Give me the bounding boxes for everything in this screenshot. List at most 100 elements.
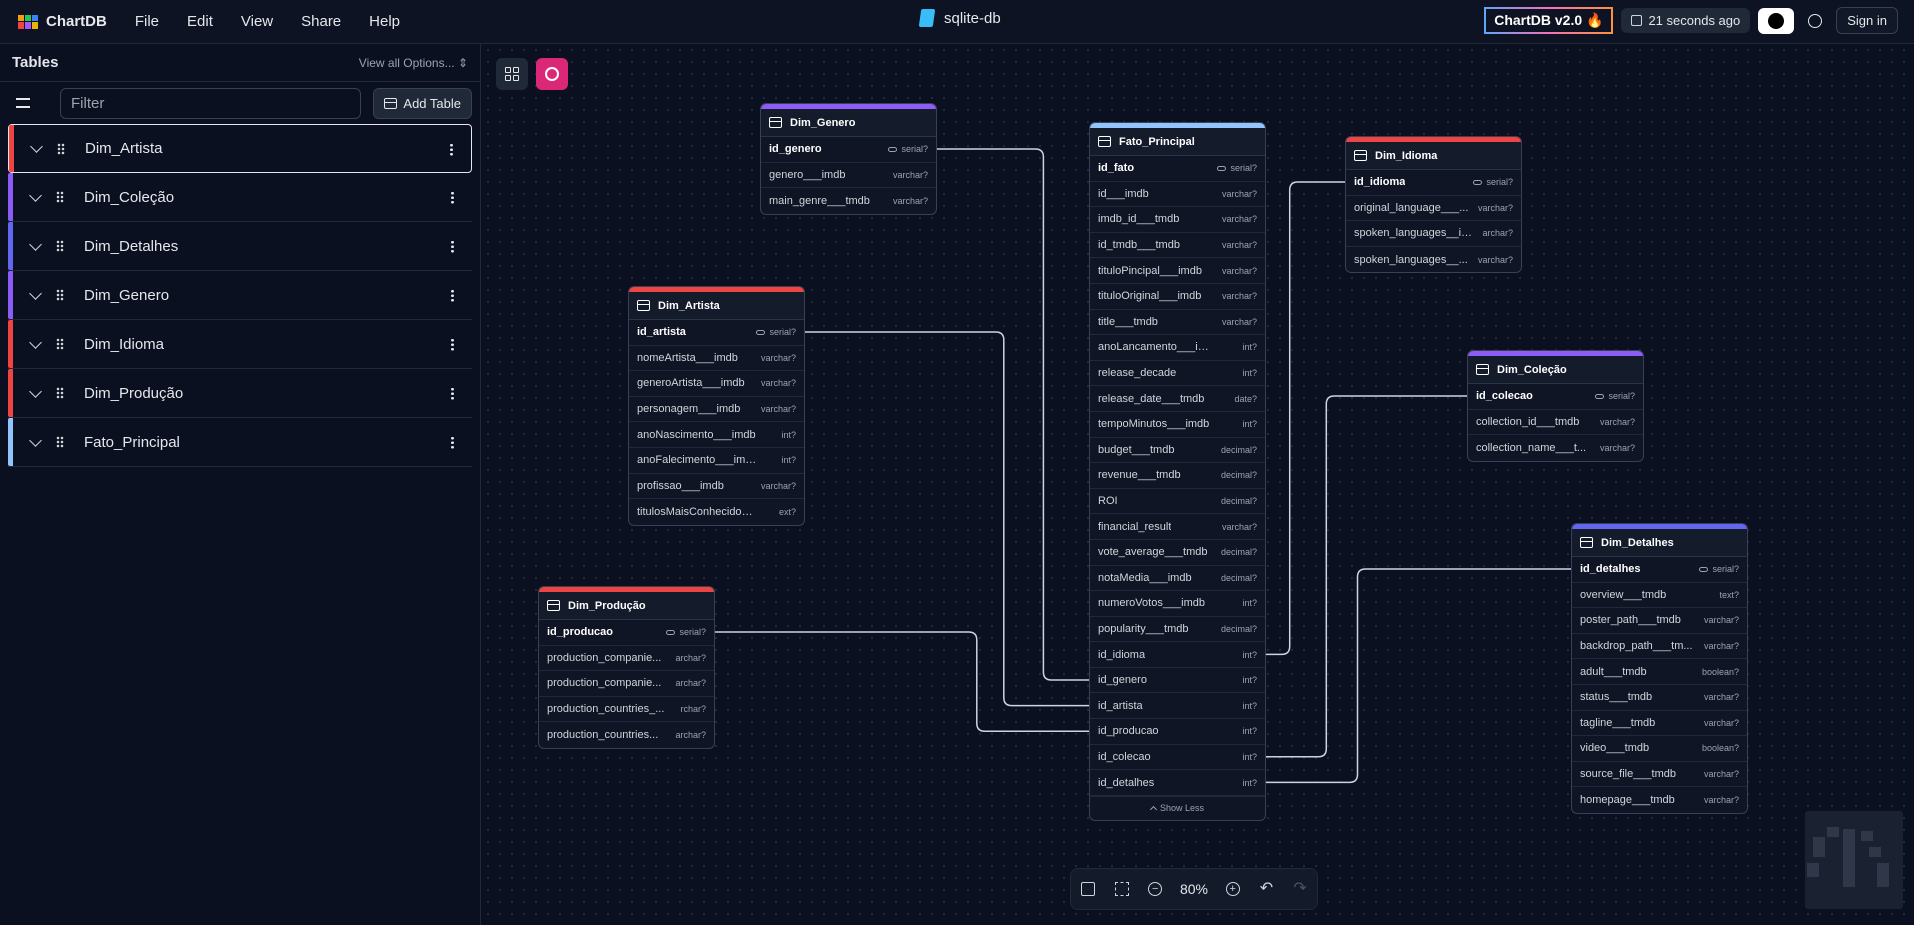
chevron-down-icon[interactable] (29, 188, 42, 202)
view-all-options[interactable]: View all Options... ⇕ (359, 56, 468, 70)
table-field[interactable]: tituloOriginal___imdb varchar? (1090, 284, 1265, 310)
table-field[interactable]: vote_average___tmdb decimal? (1090, 540, 1265, 566)
table-field[interactable]: id_detalhes serial? (1572, 557, 1747, 583)
table-field[interactable]: backdrop_path___tm... varchar? (1572, 634, 1747, 660)
table-node[interactable]: Dim_Genero id_genero serial? genero___imdb v… (760, 103, 937, 215)
table-field[interactable]: id_colecao serial? (1468, 384, 1643, 410)
table-field[interactable]: id_fato serial? (1090, 156, 1265, 182)
sidebar-table-item[interactable]: Dim_Coleção (8, 173, 472, 222)
chevron-down-icon[interactable] (29, 286, 42, 300)
document-title[interactable]: sqlite-db (918, 9, 1001, 27)
drag-handle-icon[interactable] (56, 436, 64, 448)
table-field[interactable]: id___imdb varchar? (1090, 182, 1265, 208)
table-field[interactable]: id_idioma serial? (1346, 170, 1521, 196)
table-field[interactable]: status___tmdb varchar? (1572, 685, 1747, 711)
save-status[interactable]: 21 seconds ago (1621, 8, 1751, 33)
more-options-icon[interactable] (451, 387, 454, 400)
table-node[interactable]: Dim_Idioma id_idioma serial? original_langu… (1345, 136, 1522, 274)
relationship-edge[interactable] (805, 331, 1089, 707)
table-field[interactable]: release_date___tmdb date? (1090, 386, 1265, 412)
table-field[interactable]: genero___imdb varchar? (761, 163, 936, 189)
relationship-edge[interactable] (1266, 568, 1571, 784)
table-header[interactable]: Fato_Principal (1090, 128, 1265, 156)
table-field[interactable]: id_tmdb___tmdb varchar? (1090, 233, 1265, 259)
table-field[interactable]: id_producao serial? (539, 620, 714, 646)
table-node[interactable]: Dim_Artista id_artista serial? nomeArtista_… (628, 286, 805, 526)
table-field[interactable]: financial_result varchar? (1090, 514, 1265, 540)
more-options-icon[interactable] (450, 143, 453, 156)
table-field[interactable]: tagline___tmdb varchar? (1572, 711, 1747, 737)
table-field[interactable]: id_artista int? (1090, 693, 1265, 720)
table-field[interactable]: original_language___... varchar? (1346, 196, 1521, 222)
table-field[interactable]: production_countries... archar? (539, 722, 714, 748)
more-options-icon[interactable] (451, 240, 454, 253)
table-field[interactable]: tempoMinutos___imdb int? (1090, 412, 1265, 438)
drag-handle-icon[interactable] (56, 240, 64, 252)
table-field[interactable]: overview___tmdb text? (1572, 583, 1747, 609)
table-field[interactable]: video___tmdb boolean? (1572, 736, 1747, 762)
drag-handle-icon[interactable] (57, 142, 65, 155)
table-field[interactable]: id_colecao int? (1090, 745, 1265, 771)
table-field[interactable]: release_decade int? (1090, 361, 1265, 387)
table-field[interactable]: spoken_languages__is... archar? (1346, 221, 1521, 247)
drag-handle-icon[interactable] (56, 191, 64, 203)
filter-input[interactable] (60, 87, 362, 119)
table-node[interactable]: Dim_Coleção id_colecao serial? collection_i… (1467, 350, 1644, 462)
table-field[interactable]: tituloPincipal___imdb varchar? (1090, 258, 1265, 284)
table-field[interactable]: budget___tmdb decimal? (1090, 438, 1265, 464)
table-header[interactable]: Dim_Detalhes (1572, 529, 1747, 557)
list-icon[interactable] (16, 98, 30, 108)
table-field[interactable]: generoArtista___imdb varchar? (629, 371, 804, 397)
chevron-down-icon[interactable] (29, 335, 42, 349)
table-field[interactable]: nomeArtista___imdb varchar? (629, 346, 804, 372)
table-field[interactable]: popularity___tmdb decimal? (1090, 617, 1265, 643)
table-header[interactable]: Dim_Idioma (1346, 142, 1521, 170)
sidebar-table-item[interactable]: Dim_Produção (8, 369, 472, 418)
language-button[interactable] (1802, 8, 1828, 34)
table-field[interactable]: homepage___tmdb varchar? (1572, 787, 1747, 813)
chevron-down-icon[interactable] (29, 433, 42, 447)
add-table-button[interactable]: Add Table (373, 87, 472, 119)
table-header[interactable]: Dim_Produção (539, 592, 714, 620)
table-field[interactable]: id_genero int? (1090, 668, 1265, 694)
zoom-in-button[interactable]: + (1224, 880, 1242, 898)
table-field[interactable]: production_countries_... rchar? (539, 697, 714, 723)
menu-edit[interactable]: Edit (187, 13, 213, 30)
table-field[interactable]: titulosMaisConhecidos_... ext? (629, 499, 804, 525)
sign-in-button[interactable]: Sign in (1836, 7, 1898, 34)
github-button[interactable] (1758, 7, 1795, 34)
sidebar-table-item[interactable]: Dim_Idioma (8, 320, 472, 369)
table-field[interactable]: id_artista serial? (629, 320, 804, 346)
table-field[interactable]: imdb_id___tmdb varchar? (1090, 207, 1265, 233)
table-field[interactable]: production_companie... archar? (539, 646, 714, 672)
table-field[interactable]: collection_name___t... varchar? (1468, 435, 1643, 461)
table-field[interactable]: revenue___tmdb decimal? (1090, 463, 1265, 489)
menu-file[interactable]: File (135, 13, 159, 30)
table-field[interactable]: production_companie... archar? (539, 671, 714, 697)
relationship-edge[interactable] (937, 148, 1089, 681)
table-field[interactable]: anoLancamento___imdb int? (1090, 335, 1265, 361)
more-options-icon[interactable] (451, 436, 454, 449)
menu-share[interactable]: Share (301, 13, 341, 30)
table-node[interactable]: Fato_Principal id_fato serial? id___imdb var… (1089, 122, 1266, 821)
version-badge[interactable]: ChartDB v2.0 🔥 (1484, 7, 1614, 34)
table-header[interactable]: Dim_Coleção (1468, 356, 1643, 384)
table-header[interactable]: Dim_Artista (629, 292, 804, 320)
redo-button[interactable]: ↷ (1291, 880, 1309, 898)
sidebar-table-item[interactable]: Dim_Artista (8, 124, 472, 173)
table-field[interactable]: personagem___imdb varchar? (629, 397, 804, 423)
table-field[interactable]: id_genero serial? (761, 137, 936, 163)
table-field[interactable]: id_idioma int? (1090, 642, 1265, 668)
save-button[interactable] (1079, 880, 1097, 898)
relationship-edge[interactable] (1266, 181, 1345, 656)
sidebar-table-item[interactable]: Dim_Genero (8, 271, 472, 320)
sidebar-table-item[interactable]: Fato_Principal (8, 418, 472, 467)
table-field[interactable]: ROI decimal? (1090, 489, 1265, 515)
fit-view-button[interactable] (1113, 880, 1131, 898)
more-options-icon[interactable] (451, 338, 454, 351)
table-node[interactable]: Dim_Produção id_producao serial? production… (538, 586, 715, 749)
table-field[interactable]: id_producao int? (1090, 719, 1265, 745)
table-header[interactable]: Dim_Genero (761, 109, 936, 137)
menu-view[interactable]: View (241, 13, 273, 30)
drag-handle-icon[interactable] (56, 338, 64, 350)
